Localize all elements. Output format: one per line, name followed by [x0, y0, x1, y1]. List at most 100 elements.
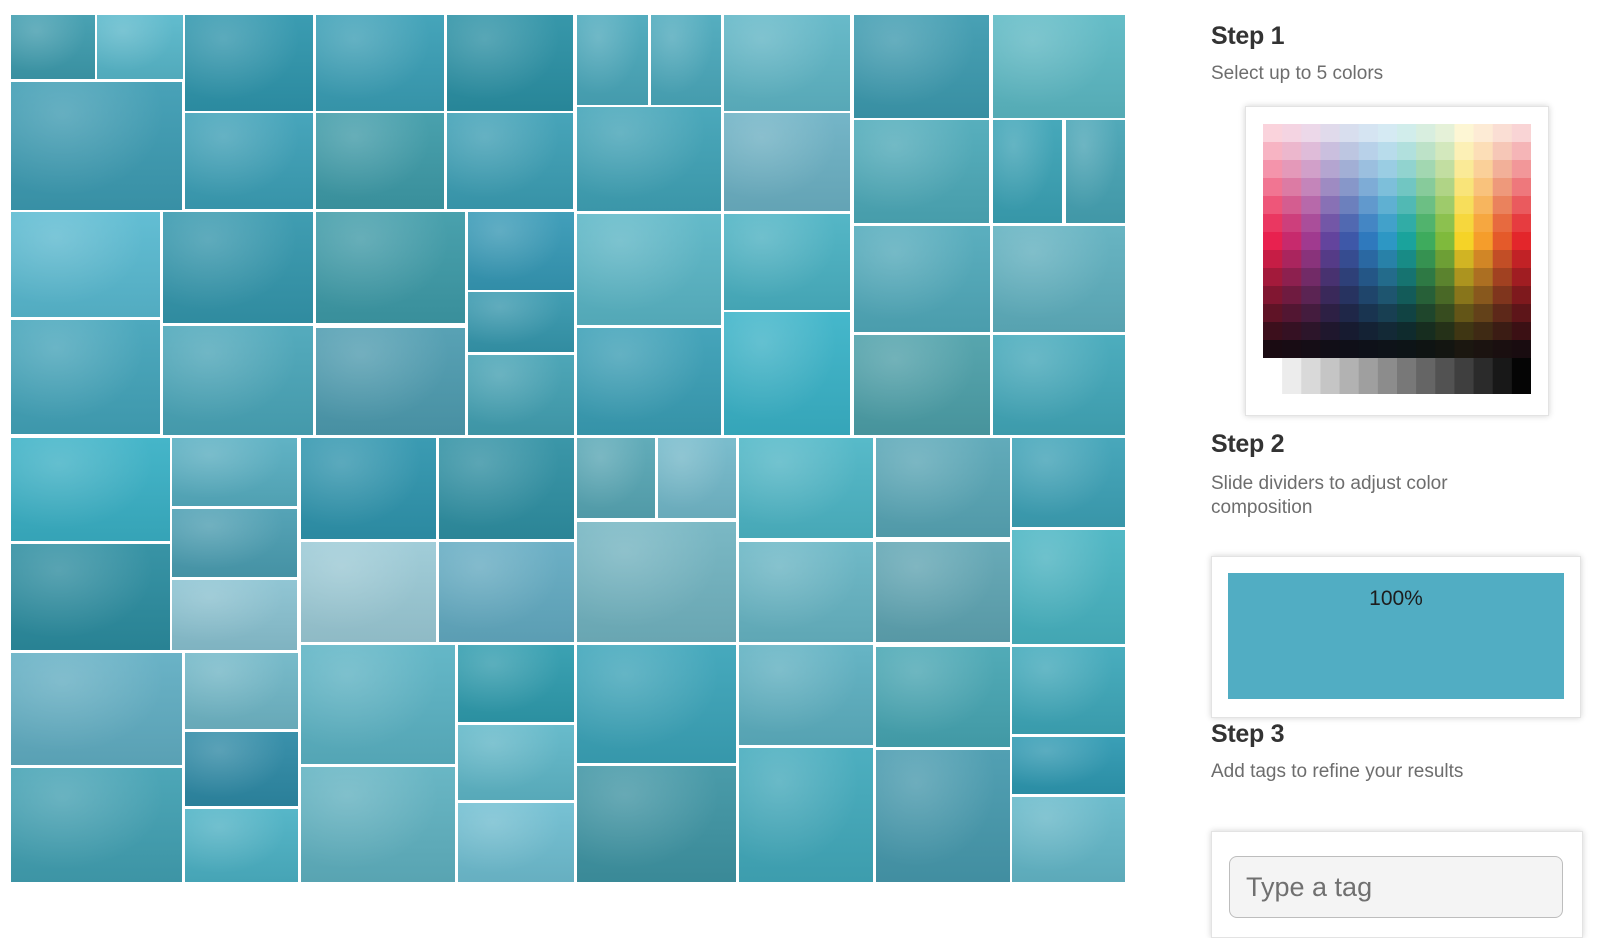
palette-swatch[interactable]	[1377, 142, 1398, 161]
palette-swatch[interactable]	[1435, 124, 1455, 143]
photo-thumbnail[interactable]	[301, 438, 436, 539]
photo-thumbnail[interactable]	[439, 542, 574, 642]
photo-thumbnail[interactable]	[316, 113, 444, 209]
palette-swatch[interactable]	[1397, 160, 1417, 179]
palette-swatch[interactable]	[1320, 124, 1341, 143]
palette-swatch[interactable]	[1339, 160, 1360, 179]
palette-swatch[interactable]	[1358, 232, 1379, 251]
photo-thumbnail[interactable]	[854, 226, 990, 332]
palette-swatch[interactable]	[1263, 178, 1283, 197]
grayscale-swatch[interactable]	[1263, 358, 1283, 394]
photo-thumbnail[interactable]	[658, 438, 736, 518]
composition-bar[interactable]: 100%	[1228, 573, 1564, 699]
palette-swatch[interactable]	[1282, 124, 1302, 143]
palette-swatch[interactable]	[1282, 214, 1302, 233]
photo-thumbnail[interactable]	[11, 320, 160, 434]
palette-swatch[interactable]	[1473, 304, 1494, 323]
palette-swatch[interactable]	[1454, 340, 1475, 359]
palette-swatch[interactable]	[1454, 178, 1475, 197]
palette-swatch[interactable]	[1416, 124, 1436, 143]
grayscale-swatch[interactable]	[1511, 358, 1531, 394]
photo-thumbnail[interactable]	[11, 82, 182, 210]
palette-swatch[interactable]	[1320, 214, 1341, 233]
palette-swatch[interactable]	[1473, 142, 1494, 161]
palette-swatch[interactable]	[1435, 340, 1455, 359]
palette-swatch[interactable]	[1282, 232, 1302, 251]
palette-swatch[interactable]	[1282, 160, 1302, 179]
photo-thumbnail[interactable]	[301, 645, 455, 764]
grayscale-swatch[interactable]	[1282, 358, 1302, 394]
photo-thumbnail[interactable]	[1012, 737, 1125, 794]
photo-thumbnail[interactable]	[577, 15, 648, 105]
photo-thumbnail[interactable]	[1012, 438, 1125, 527]
palette-swatch[interactable]	[1511, 142, 1531, 161]
palette-swatch[interactable]	[1358, 304, 1379, 323]
palette-swatch[interactable]	[1435, 196, 1455, 215]
palette-swatch[interactable]	[1473, 124, 1494, 143]
photo-thumbnail[interactable]	[993, 226, 1125, 332]
photo-thumbnail[interactable]	[577, 438, 655, 518]
photo-thumbnail[interactable]	[11, 544, 170, 650]
palette-swatch[interactable]	[1511, 250, 1531, 269]
palette-swatch[interactable]	[1416, 268, 1436, 287]
photo-thumbnail[interactable]	[185, 113, 313, 209]
palette-swatch[interactable]	[1282, 196, 1302, 215]
photo-thumbnail[interactable]	[163, 212, 313, 323]
photo-thumbnail[interactable]	[11, 15, 95, 79]
photo-thumbnail[interactable]	[447, 15, 573, 111]
palette-swatch[interactable]	[1511, 304, 1531, 323]
photo-thumbnail[interactable]	[577, 214, 721, 325]
palette-swatch[interactable]	[1320, 340, 1341, 359]
photo-thumbnail[interactable]	[458, 803, 574, 882]
palette-swatch[interactable]	[1435, 178, 1455, 197]
palette-swatch[interactable]	[1435, 250, 1455, 269]
palette-swatch[interactable]	[1377, 214, 1398, 233]
palette-swatch[interactable]	[1492, 124, 1513, 143]
photo-thumbnail[interactable]	[854, 15, 989, 118]
color-palette[interactable]	[1263, 124, 1531, 394]
palette-swatch[interactable]	[1339, 304, 1360, 323]
palette-swatch[interactable]	[1358, 160, 1379, 179]
palette-swatch[interactable]	[1454, 322, 1475, 341]
photo-thumbnail[interactable]	[876, 542, 1010, 642]
photo-thumbnail[interactable]	[724, 15, 850, 111]
palette-swatch[interactable]	[1377, 250, 1398, 269]
palette-swatch[interactable]	[1511, 160, 1531, 179]
palette-swatch[interactable]	[1511, 340, 1531, 359]
photo-thumbnail[interactable]	[11, 768, 182, 882]
palette-swatch[interactable]	[1454, 142, 1475, 161]
palette-swatch[interactable]	[1397, 124, 1417, 143]
palette-swatch[interactable]	[1301, 286, 1321, 305]
palette-swatch[interactable]	[1320, 178, 1341, 197]
grayscale-swatch[interactable]	[1416, 358, 1436, 394]
grayscale-swatch[interactable]	[1301, 358, 1321, 394]
palette-swatch[interactable]	[1339, 124, 1360, 143]
photo-thumbnail[interactable]	[11, 212, 160, 317]
photo-thumbnail[interactable]	[97, 15, 183, 79]
palette-swatch[interactable]	[1377, 340, 1398, 359]
palette-swatch[interactable]	[1377, 160, 1398, 179]
photo-thumbnail[interactable]	[724, 312, 850, 435]
palette-swatch[interactable]	[1511, 322, 1531, 341]
palette-swatch[interactable]	[1263, 196, 1283, 215]
palette-swatch[interactable]	[1282, 250, 1302, 269]
palette-swatch[interactable]	[1473, 214, 1494, 233]
palette-swatch[interactable]	[1416, 250, 1436, 269]
palette-swatch[interactable]	[1416, 232, 1436, 251]
photo-thumbnail[interactable]	[993, 120, 1062, 223]
photo-thumbnail[interactable]	[468, 292, 574, 352]
photo-thumbnail[interactable]	[185, 732, 298, 806]
palette-swatch[interactable]	[1320, 196, 1341, 215]
grayscale-swatch[interactable]	[1492, 358, 1513, 394]
photo-thumbnail[interactable]	[876, 750, 1010, 882]
palette-swatch[interactable]	[1339, 232, 1360, 251]
palette-swatch[interactable]	[1320, 232, 1341, 251]
palette-swatch[interactable]	[1511, 214, 1531, 233]
palette-swatch[interactable]	[1435, 214, 1455, 233]
palette-swatch[interactable]	[1358, 142, 1379, 161]
photo-thumbnail[interactable]	[577, 645, 736, 763]
palette-swatch[interactable]	[1454, 250, 1475, 269]
photo-thumbnail[interactable]	[172, 580, 297, 650]
palette-swatch[interactable]	[1492, 286, 1513, 305]
palette-swatch[interactable]	[1511, 196, 1531, 215]
